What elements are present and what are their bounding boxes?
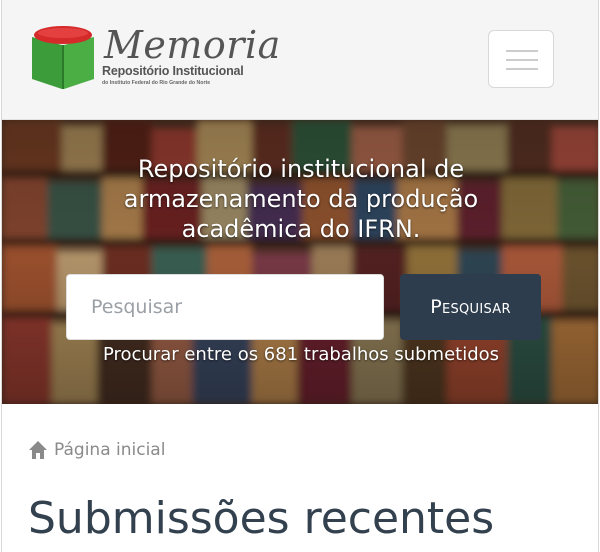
search-button[interactable]: Pesquisar xyxy=(400,274,541,340)
logo-subtitle: Repositório Institucional xyxy=(102,64,244,78)
hero-headline: Repositório institucional de armazenamen… xyxy=(2,154,598,244)
hamburger-icon-bar xyxy=(506,59,538,61)
hero-headline-line: acadêmica do IFRN. xyxy=(181,215,421,243)
submission-count-text: Procurar entre os 681 trabalhos submetid… xyxy=(102,344,500,365)
home-icon xyxy=(29,441,47,459)
hero-banner: Repositório institucional de armazenamen… xyxy=(2,120,598,404)
logo-title: Memoria xyxy=(104,23,281,67)
hamburger-icon xyxy=(506,50,538,52)
menu-toggle-button[interactable] xyxy=(488,30,554,88)
section-title: Submissões recentes xyxy=(28,493,495,544)
hero-headline-line: armazenamento da produção xyxy=(123,185,479,213)
breadcrumb: Página inicial xyxy=(28,437,165,463)
top-navbar: Memoria Repositório Institucional do Ins… xyxy=(2,0,598,120)
page: Memoria Repositório Institucional do Ins… xyxy=(1,0,599,552)
breadcrumb-home-link[interactable]: Página inicial xyxy=(54,440,165,460)
logo-tagline: do Instituto Federal do Rio Grande do No… xyxy=(102,80,211,86)
hamburger-icon-bar xyxy=(506,68,538,70)
search-input[interactable] xyxy=(66,274,384,340)
hero-headline-line: Repositório institucional de xyxy=(137,155,465,183)
logo-cube-icon xyxy=(32,26,94,89)
site-logo[interactable]: Memoria Repositório Institucional do Ins… xyxy=(30,23,280,95)
